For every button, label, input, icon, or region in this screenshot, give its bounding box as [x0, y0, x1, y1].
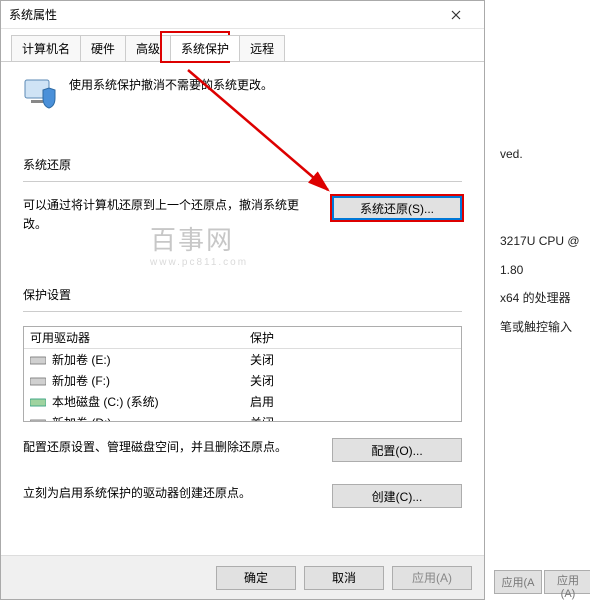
- create-row: 立刻为启用系统保护的驱动器创建还原点。 创建(C)...: [23, 484, 462, 508]
- restore-group-label: 系统还原: [23, 156, 462, 173]
- drive-name: 新加卷 (D:): [52, 414, 111, 422]
- drive-row[interactable]: 新加卷 (D:) 关闭: [24, 412, 461, 422]
- restore-row: 可以通过将计算机还原到上一个还原点，撤消系统更改。 系统还原(S)...: [23, 196, 462, 234]
- button-label: 配置(O)...: [371, 444, 422, 458]
- apply-button[interactable]: 应用(A): [392, 566, 472, 590]
- tab-advanced[interactable]: 高级: [125, 35, 171, 61]
- button-label: 系统还原(S)...: [360, 202, 434, 216]
- drive-name: 新加卷 (E:): [52, 351, 111, 368]
- bg-apply-button-2: 应用(A): [544, 570, 590, 594]
- drive-list-header: 可用驱动器 保护: [24, 327, 461, 349]
- drive-row[interactable]: 新加卷 (F:) 关闭: [24, 370, 461, 391]
- intro-row: 使用系统保护撤消不需要的系统更改。: [23, 76, 462, 110]
- bg-line: x64 的处理器: [500, 284, 590, 313]
- button-label: 取消: [332, 571, 356, 585]
- disk-icon: [30, 354, 46, 366]
- bg-apply-button: 应用(A: [494, 570, 542, 594]
- background-sysinfo: ved. 3217U CPU @ 1.80 x64 的处理器 笔或触控输入: [500, 140, 590, 342]
- tab-system-protection[interactable]: 系统保护: [170, 35, 240, 61]
- drive-status: 启用: [250, 393, 455, 410]
- window-title: 系统属性: [9, 6, 436, 23]
- cancel-button[interactable]: 取消: [304, 566, 384, 590]
- tab-label: 远程: [250, 42, 274, 56]
- separator: [23, 311, 462, 312]
- ok-button[interactable]: 确定: [216, 566, 296, 590]
- drive-status: 关闭: [250, 372, 455, 389]
- col-header-drive: 可用驱动器: [30, 329, 250, 346]
- bg-line: ved.: [500, 140, 590, 169]
- titlebar: 系统属性: [1, 1, 484, 29]
- restore-desc: 可以通过将计算机还原到上一个还原点，撤消系统更改。: [23, 196, 316, 234]
- drive-row[interactable]: 新加卷 (E:) 关闭: [24, 349, 461, 370]
- system-properties-window: 系统属性 计算机名 硬件 高级 系统保护 远程 使用系统保护撤消不需要的系统更改…: [0, 0, 485, 600]
- tab-hardware[interactable]: 硬件: [80, 35, 126, 61]
- background-buttons: 应用(A 应用(A): [494, 570, 590, 594]
- tab-label: 系统保护: [181, 42, 229, 56]
- button-label: 创建(C)...: [372, 490, 423, 504]
- dialog-button-bar: 确定 取消 应用(A): [1, 555, 484, 599]
- system-restore-button[interactable]: 系统还原(S)...: [332, 196, 462, 220]
- button-label: 确定: [244, 571, 268, 585]
- close-icon: [451, 10, 461, 20]
- drive-row[interactable]: 本地磁盘 (C:) (系统) 启用: [24, 391, 461, 412]
- tab-bar: 计算机名 硬件 高级 系统保护 远程: [1, 29, 484, 62]
- drive-status: 关闭: [250, 351, 455, 368]
- tab-label: 硬件: [91, 42, 115, 56]
- configure-row: 配置还原设置、管理磁盘空间，并且删除还原点。 配置(O)...: [23, 438, 462, 462]
- create-desc: 立刻为启用系统保护的驱动器创建还原点。: [23, 484, 316, 503]
- shield-monitor-icon: [23, 76, 57, 110]
- drive-list[interactable]: 可用驱动器 保护 新加卷 (E:) 关闭 新加卷 (F:) 关闭 本地磁盘 (C…: [23, 326, 462, 422]
- drive-status: 关闭: [250, 414, 455, 422]
- button-label: 应用(A): [412, 571, 452, 585]
- tab-content: 使用系统保护撤消不需要的系统更改。 系统还原 可以通过将计算机还原到上一个还原点…: [1, 62, 484, 540]
- bg-line: 笔或触控输入: [500, 313, 590, 342]
- drive-name: 新加卷 (F:): [52, 372, 110, 389]
- intro-text: 使用系统保护撤消不需要的系统更改。: [69, 76, 273, 93]
- drive-name: 本地磁盘 (C:) (系统): [52, 393, 159, 410]
- tab-label: 计算机名: [22, 42, 70, 56]
- tab-label: 高级: [136, 42, 160, 56]
- disk-icon: [30, 417, 46, 423]
- protection-group-label: 保护设置: [23, 286, 462, 303]
- disk-icon: [30, 375, 46, 387]
- disk-icon: [30, 396, 46, 408]
- create-button[interactable]: 创建(C)...: [332, 484, 462, 508]
- tab-remote[interactable]: 远程: [239, 35, 285, 61]
- tab-computer-name[interactable]: 计算机名: [11, 35, 81, 61]
- bg-line: 3217U CPU @ 1.80: [500, 227, 590, 285]
- close-button[interactable]: [436, 1, 476, 29]
- configure-desc: 配置还原设置、管理磁盘空间，并且删除还原点。: [23, 438, 316, 457]
- separator: [23, 181, 462, 182]
- configure-button[interactable]: 配置(O)...: [332, 438, 462, 462]
- col-header-status: 保护: [250, 329, 455, 346]
